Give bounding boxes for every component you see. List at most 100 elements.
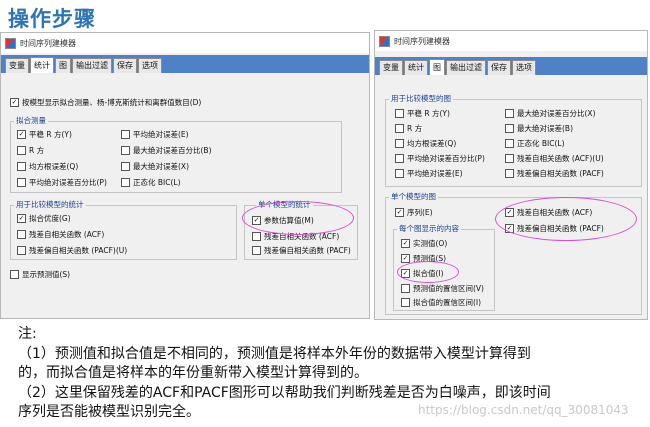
checkbox-unchecked-icon: [10, 270, 19, 279]
checkbox-label: 均方根误差(Q): [29, 162, 79, 171]
notes-heading: 注:: [18, 326, 37, 342]
checkbox-unchecked-icon: [395, 109, 404, 118]
page-title: 操作步骤: [8, 7, 96, 31]
tab-save[interactable]: 保存: [487, 60, 511, 75]
checkbox-unchecked-icon: [121, 146, 130, 155]
plot-normalized-bic-checkbox[interactable]: 正态化 BIC(L): [505, 138, 565, 149]
checkbox-checked-icon: ✓: [401, 254, 410, 263]
compare-acf-checkbox[interactable]: 残差自相关函数 (ACF): [17, 229, 104, 240]
goodness-of-fit-checkbox[interactable]: ✓ 拟合优度(G): [17, 213, 71, 224]
fit-measures-label: 拟合测量: [14, 115, 48, 126]
watermark: https://blog.csdn.net/qq_30081043: [418, 403, 629, 417]
checkbox-unchecked-icon: [505, 169, 514, 178]
checkbox-checked-icon: ✓: [10, 98, 19, 107]
tab-statistics[interactable]: 统计: [30, 57, 54, 73]
checkbox-unchecked-icon: [395, 154, 404, 163]
plot-max-ae-checkbox[interactable]: 最大绝对误差(B): [505, 123, 573, 134]
tab-variables[interactable]: 变量: [379, 60, 403, 75]
highlight-acf-pacf: [495, 197, 637, 241]
checkbox-label: 平均绝对误差百分比(P): [29, 178, 107, 187]
display-fit-checkbox[interactable]: ✓ 按模型显示拟合测量、杨-博克斯统计和离群值数目(D): [10, 97, 201, 108]
compare-pacf-checkbox[interactable]: 残差偏自相关函数 (PACF)(U): [17, 245, 127, 256]
checkbox-checked-icon: ✓: [17, 130, 26, 139]
checkbox-label: 实测值(O): [413, 239, 448, 248]
plot-mae-checkbox[interactable]: 平均绝对误差(E): [395, 168, 463, 179]
checkbox-label: 均方根误差(Q): [407, 139, 457, 148]
tab-output-filter[interactable]: 输出过滤: [446, 60, 486, 75]
right-dialog-title: 时间序列建模器: [394, 36, 450, 46]
forecast-ci-checkbox[interactable]: 预测值的置信区间(V): [401, 283, 484, 294]
checkbox-label: 最大绝对误差百分比(B): [133, 146, 212, 155]
stationary-r2-checkbox[interactable]: ✓ 平稳 R 方(Y): [17, 129, 72, 140]
tab-output-filter[interactable]: 输出过滤: [72, 58, 112, 73]
checkbox-label: R 方: [29, 146, 45, 155]
checkbox-unchecked-icon: [395, 124, 404, 133]
rmse-checkbox[interactable]: 均方根误差(Q): [17, 161, 78, 172]
highlight-fit-values: [397, 261, 459, 283]
tab-options[interactable]: 选项: [512, 60, 536, 75]
max-ae-checkbox[interactable]: 最大绝对误差(X): [121, 161, 189, 172]
tab-plots[interactable]: 图: [55, 58, 71, 73]
right-dialog-titlebar: 时间序列建模器: [375, 31, 647, 51]
checkbox-unchecked-icon: [121, 162, 130, 171]
checkbox-label: 残差偏自相关函数 (PACF): [264, 246, 351, 255]
checkbox-label: 拟合优度(G): [29, 214, 71, 223]
normalized-bic-checkbox[interactable]: 正态化 BIC(L): [121, 177, 181, 188]
notes-line-3: （2）这里保留残差的ACF和PACF图形可以帮助我们判断残差是否为白噪声，即该时…: [18, 384, 551, 401]
single-pacf-checkbox[interactable]: 残差偏自相关函数 (PACF): [252, 245, 351, 256]
checkbox-checked-icon: ✓: [395, 208, 404, 217]
left-dialog-title: 时间序列建模器: [20, 38, 76, 48]
right-dialog: 时间序列建模器 变量 统计 图 输出过滤 保存 选项 用于比较模型的图 平稳 R…: [374, 30, 648, 320]
notes-line-1: （1）预测值和拟合值是不相同的，预测值是将样本外年份的数据带入模型计算得到: [18, 345, 531, 362]
checkbox-label: 残差自相关函数 (ACF): [29, 230, 105, 239]
tab-save[interactable]: 保存: [113, 58, 137, 73]
plot-series-checkbox[interactable]: ✓ 序列(E): [395, 207, 433, 218]
app-icon: [379, 35, 390, 47]
checkbox-label: 平稳 R 方(Y): [29, 130, 72, 139]
checkbox-unchecked-icon: [121, 178, 130, 187]
mae-checkbox[interactable]: 平均绝对误差(E): [121, 129, 189, 140]
compare-stats-label: 用于比较模型的统计: [14, 199, 86, 210]
max-ape-checkbox[interactable]: 最大绝对误差百分比(B): [121, 145, 212, 156]
checkbox-label: 平均绝对误差(E): [407, 169, 463, 178]
plot-rmse-checkbox[interactable]: 均方根误差(Q): [395, 138, 456, 149]
plot-max-ape-checkbox[interactable]: 最大绝对误差百分比(X): [505, 108, 596, 119]
plot-compare-pacf-checkbox[interactable]: 残差偏自相关函数 (PACF): [505, 168, 604, 179]
checkbox-label: R 方: [407, 124, 423, 133]
highlight-parameter-estimates: [242, 201, 354, 235]
checkbox-label: 正态化 BIC(L): [517, 139, 565, 148]
observed-checkbox[interactable]: ✓ 实测值(O): [401, 238, 447, 249]
checkbox-label: 平均绝对误差(E): [133, 130, 189, 139]
checkbox-unchecked-icon: [505, 139, 514, 148]
tab-statistics[interactable]: 统计: [404, 60, 428, 75]
notes-line-2: 的，而拟合值是将样本的年份重新带入模型计算得到的。: [18, 365, 368, 381]
mape-checkbox[interactable]: 平均绝对误差百分比(P): [17, 177, 107, 188]
checkbox-unchecked-icon: [505, 109, 514, 118]
app-icon: [5, 37, 16, 49]
checkbox-unchecked-icon: [401, 284, 410, 293]
plot-compare-acf-checkbox[interactable]: 残差自相关函数 (ACF)(U): [505, 153, 604, 164]
checkbox-unchecked-icon: [17, 246, 26, 255]
plot-mape-checkbox[interactable]: 平均绝对误差百分比(P): [395, 153, 485, 164]
checkbox-label: 平稳 R 方(Y): [407, 109, 450, 118]
checkbox-unchecked-icon: [401, 298, 410, 307]
checkbox-unchecked-icon: [395, 169, 404, 178]
tab-options[interactable]: 选项: [138, 58, 162, 73]
tab-plots[interactable]: 图: [429, 59, 445, 75]
checkbox-unchecked-icon: [17, 146, 26, 155]
plot-stationary-r2-checkbox[interactable]: 平稳 R 方(Y): [395, 108, 450, 119]
left-dialog: 时间序列建模器 变量 统计 图 输出过滤 保存 选项 ✓ 按模型显示拟合测量、杨…: [0, 32, 370, 319]
tab-variables[interactable]: 变量: [5, 58, 29, 73]
checkbox-label: 残差偏自相关函数 (PACF)(U): [29, 246, 128, 255]
checkbox-unchecked-icon: [252, 232, 261, 241]
checkbox-unchecked-icon: [505, 124, 514, 133]
checkbox-label: 最大绝对误差百分比(X): [517, 109, 596, 118]
single-plots-label: 单个模型的图: [389, 191, 438, 202]
show-forecast-checkbox[interactable]: 显示预测值(S): [10, 269, 70, 280]
fit-ci-checkbox[interactable]: 拟合值的置信区间(I): [401, 297, 481, 308]
checkbox-unchecked-icon: [395, 139, 404, 148]
display-fit-label: 按模型显示拟合测量、杨-博克斯统计和离群值数目(D): [22, 98, 202, 107]
left-dialog-titlebar: 时间序列建模器: [1, 33, 369, 53]
r2-checkbox[interactable]: R 方: [17, 145, 44, 156]
plot-r2-checkbox[interactable]: R 方: [395, 123, 422, 134]
